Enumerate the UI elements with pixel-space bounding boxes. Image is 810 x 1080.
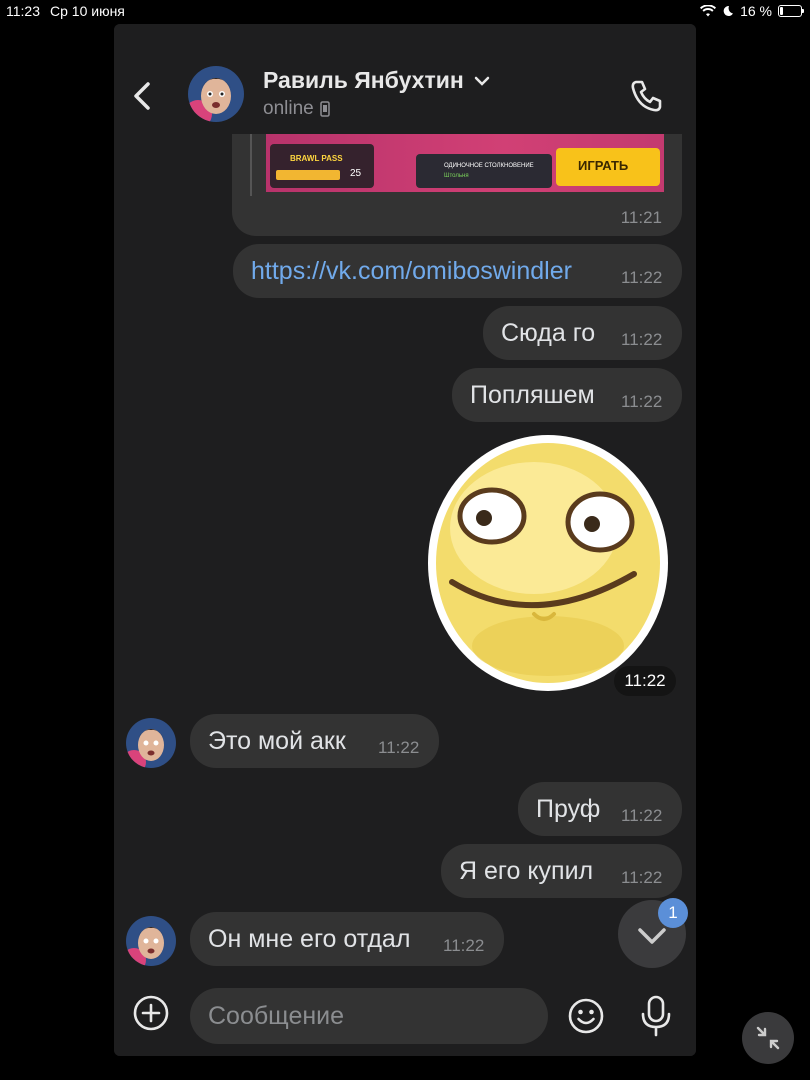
message-time: 11:22	[378, 738, 420, 757]
emoji-icon[interactable]	[566, 996, 606, 1036]
chevron-down-icon[interactable]	[474, 76, 490, 86]
message-time: 11:22	[621, 268, 663, 287]
message-bubble[interactable]: Попляшем 11:22	[452, 368, 682, 422]
collapse-icon	[756, 1026, 780, 1050]
mobile-icon	[319, 101, 330, 117]
contact-avatar[interactable]	[188, 66, 244, 122]
sender-avatar[interactable]	[126, 916, 176, 966]
message-time: 11:22	[443, 936, 485, 955]
brawl-pass-panel: BRAWL PASS 25	[270, 144, 374, 188]
moon-icon	[723, 5, 734, 16]
contact-name-text: Равиль Янбухтин	[263, 67, 464, 93]
message-bubble[interactable]: Я его купил 11:22	[441, 844, 682, 898]
battery-percent: 16 %	[740, 3, 772, 19]
status-date: Ср 10 июня	[50, 3, 125, 19]
contact-name[interactable]: Равиль Янбухтин	[263, 67, 490, 94]
status-time: 11:23	[6, 3, 40, 19]
message-time: 11:22	[621, 868, 663, 887]
message-time: 11:22	[614, 666, 676, 696]
message-bubble[interactable]: Пруф 11:22	[518, 782, 682, 836]
message-text: Попляшем	[470, 381, 595, 409]
message-bubble[interactable]: Сюда го 11:22	[483, 306, 682, 360]
game-play-button: ИГРАТЬ	[556, 148, 660, 186]
image-message[interactable]: BRAWL PASS 25 ОДИНОЧНОЕ СТОЛКНОВЕНИЕ Што…	[232, 134, 682, 236]
game-mode-title: ОДИНОЧНОЕ СТОЛКНОВЕНИЕ	[444, 163, 534, 169]
message-composer	[114, 984, 696, 1056]
game-screenshot: BRAWL PASS 25 ОДИНОЧНОЕ СТОЛКНОВЕНИЕ Што…	[266, 134, 664, 192]
attach-plus-icon[interactable]	[132, 994, 170, 1032]
message-input[interactable]	[190, 988, 548, 1044]
contact-status: online	[263, 98, 330, 120]
unread-badge: 1	[658, 898, 688, 928]
sender-avatar[interactable]	[126, 718, 176, 768]
chat-panel: Равиль Янбухтин online BRAWL PASS 25 ОДИ…	[114, 24, 696, 1056]
smiley-sticker[interactable]	[424, 432, 672, 694]
message-text: Он мне его отдал	[208, 925, 411, 953]
battery-icon	[778, 5, 804, 17]
message-time: 11:21	[620, 208, 662, 227]
message-link[interactable]: https://vk.com/omiboswindler	[251, 257, 572, 286]
message-bubble[interactable]: Он мне его отдал 11:22	[190, 912, 504, 966]
message-text: Пруф	[536, 795, 601, 823]
microphone-icon[interactable]	[636, 994, 676, 1038]
back-icon[interactable]	[128, 76, 158, 116]
status-bar: 11:23 Ср 10 июня 16 %	[0, 0, 810, 22]
message-time: 11:22	[621, 392, 663, 411]
message-time: 11:22	[621, 806, 663, 825]
phone-icon[interactable]	[626, 76, 666, 116]
brawl-pass-progress	[276, 170, 340, 180]
game-play-label: ИГРАТЬ	[578, 158, 629, 173]
brawl-pass-label: BRAWL PASS	[290, 154, 343, 163]
message-text: Сюда го	[501, 319, 596, 347]
message-text: Я его купил	[459, 857, 594, 885]
message-time: 11:22	[621, 330, 663, 349]
brawl-pass-level: 25	[350, 168, 362, 179]
online-status: online	[263, 98, 314, 119]
forward-strip	[250, 134, 252, 196]
game-mode-map: Штольня	[444, 173, 469, 179]
game-mode-panel: ОДИНОЧНОЕ СТОЛКНОВЕНИЕ Штольня	[416, 154, 552, 188]
status-right: 16 %	[700, 3, 804, 19]
message-text: Это мой акк	[208, 727, 346, 755]
message-bubble[interactable]: https://vk.com/omiboswindler 11:22	[233, 244, 682, 298]
message-bubble[interactable]: Это мой акк 11:22	[190, 714, 439, 768]
collapse-button[interactable]	[742, 1012, 794, 1064]
wifi-icon	[700, 5, 717, 17]
chat-header: Равиль Янбухтин online	[114, 24, 696, 134]
